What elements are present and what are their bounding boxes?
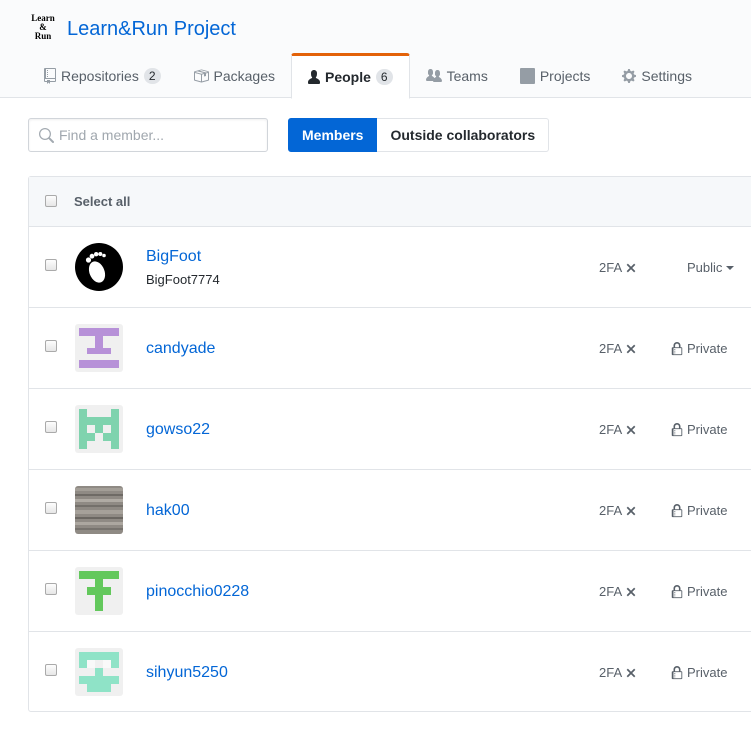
gear-icon [622,68,637,83]
member-login-link[interactable]: gowso22 [146,421,210,439]
search-input[interactable] [59,126,259,144]
avatar[interactable] [75,324,123,372]
member-row: sihyun5250 2FA Private [29,632,751,713]
member-login-link[interactable]: candyade [146,340,215,358]
package-icon [193,69,209,82]
x-icon [626,587,636,596]
two-factor-status: 2FA [599,422,636,437]
table-header: Select all [29,177,751,227]
org-logo[interactable]: Learn & Run [28,14,58,44]
lock-icon [671,503,683,517]
tab-people[interactable]: People 6 [291,53,410,99]
tab-label: People [325,69,371,85]
member-login-link[interactable]: BigFoot [146,248,201,266]
two-factor-status: 2FA [599,665,636,680]
identicon-avatar [75,648,123,696]
caret-down-icon [726,265,735,270]
x-icon [626,263,636,272]
two-factor-status: 2FA [599,584,636,599]
stone-photo-avatar [75,486,123,534]
x-icon [626,506,636,515]
repositories-count: 2 [143,67,161,84]
lock-icon [671,422,683,436]
member-login-link[interactable]: hak00 [146,502,190,520]
member-row: pinocchio0228 2FA Private [29,551,751,632]
tab-teams[interactable]: Teams [410,53,504,98]
member-checkbox[interactable] [45,664,57,676]
avatar[interactable] [75,648,123,696]
x-icon [626,344,636,353]
x-icon [626,668,636,677]
visibility-dropdown[interactable]: Public [687,260,735,275]
member-type-filter: Members Outside collaborators [288,118,550,152]
member-checkbox[interactable] [45,421,57,433]
tab-label: Repositories [61,67,139,84]
select-all-checkbox[interactable] [45,195,57,207]
member-name: BigFoot7774 [146,272,220,287]
tab-projects[interactable]: Projects [504,53,607,98]
lock-icon [671,341,683,355]
footprint-avatar-icon [75,243,123,291]
tab-label: Packages [213,67,275,84]
member-row: hak00 2FA Private [29,470,751,551]
org-name-link[interactable]: Learn&Run Project [67,18,236,41]
avatar[interactable] [75,567,123,615]
member-row: BigFoot BigFoot7774 2FA Public [29,227,751,308]
org-header: Learn & Run Learn&Run Project Repositori… [0,0,751,99]
member-row: candyade 2FA Private [29,308,751,389]
lock-icon [671,665,683,679]
visibility-status: Private [671,665,727,680]
lock-icon [671,584,683,598]
project-icon [519,67,535,84]
identicon-avatar [75,567,123,615]
member-checkbox[interactable] [45,340,57,352]
member-checkbox[interactable] [45,259,57,271]
members-button[interactable]: Members [288,118,378,152]
select-all-label: Select all [74,194,131,209]
visibility-status: Private [671,503,727,518]
outside-collaborators-button[interactable]: Outside collaborators [377,118,550,152]
repo-icon [44,67,56,84]
tab-label: Settings [641,67,692,84]
tab-settings[interactable]: Settings [606,53,708,98]
people-count: 6 [375,69,393,85]
member-row: gowso22 2FA Private [29,389,751,470]
two-factor-status: 2FA [599,503,636,518]
tab-label: Teams [446,67,488,84]
visibility-status: Private [671,584,727,599]
visibility-status: Private [671,422,727,437]
tab-packages[interactable]: Packages [177,53,291,98]
tab-repositories[interactable]: Repositories 2 [28,53,177,98]
search-icon [39,128,54,143]
avatar[interactable] [75,486,123,534]
members-table: Select all BigFoot BigFoot7774 2FA Publi… [28,176,751,712]
two-factor-status: 2FA [599,341,636,356]
member-checkbox[interactable] [45,583,57,595]
x-icon [626,425,636,434]
two-factor-status: 2FA [599,260,636,275]
org-nav-tabs: Repositories 2 Packages People 6 Teams P… [28,53,708,99]
member-checkbox[interactable] [45,502,57,514]
member-login-link[interactable]: pinocchio0228 [146,583,249,601]
identicon-avatar [75,324,123,372]
avatar[interactable] [75,243,123,291]
teams-icon [425,68,442,82]
tab-label: Projects [539,67,591,84]
member-login-link[interactable]: sihyun5250 [146,664,228,682]
identicon-avatar [75,405,123,453]
person-icon [308,70,320,84]
visibility-status: Private [671,341,727,356]
avatar[interactable] [75,405,123,453]
find-member-search [28,118,268,152]
